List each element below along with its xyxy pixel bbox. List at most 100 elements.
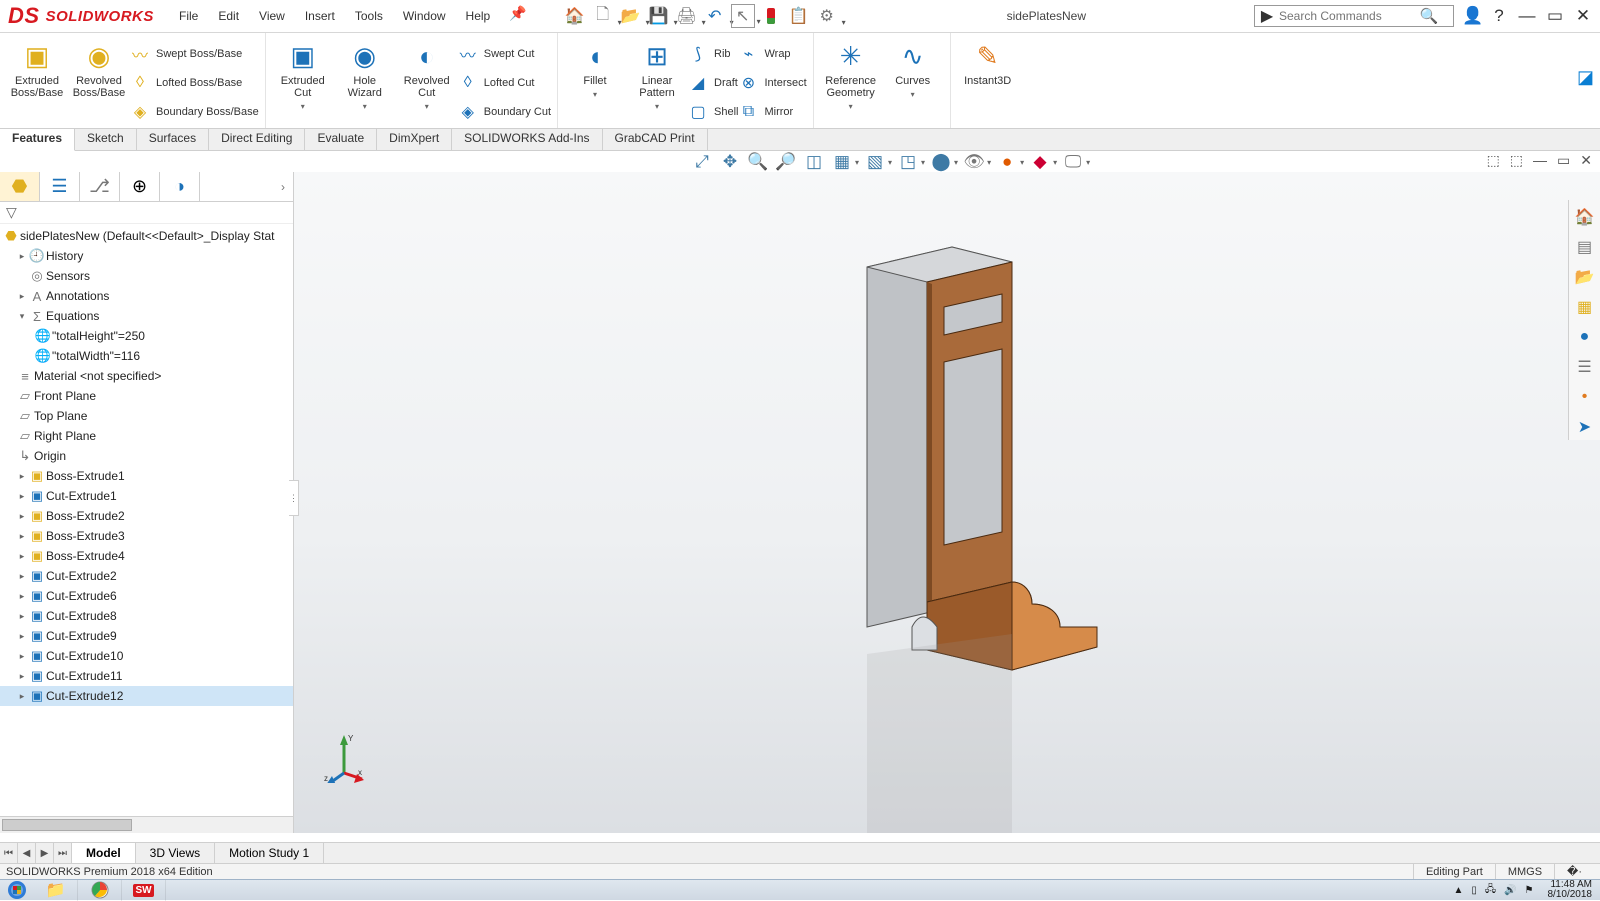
rib-button[interactable]: ⟆Rib [688, 41, 738, 67]
zoom-window-icon[interactable]: 🔎 [774, 150, 798, 174]
lofted-cut-button[interactable]: ◊Lofted Cut [458, 70, 551, 96]
mirror-button[interactable]: ⧉Mirror [738, 99, 806, 125]
menu-window[interactable]: Window [394, 5, 455, 27]
feature-tree-tab[interactable]: ⬣ [0, 172, 40, 201]
boundary-boss-button[interactable]: ◈Boundary Boss/Base [130, 99, 259, 125]
restore-icon[interactable]: ▭ [1546, 6, 1564, 26]
tree-sensors[interactable]: ◎Sensors [0, 266, 293, 286]
view-tab-motion[interactable]: Motion Study 1 [215, 843, 324, 863]
orientation-triad[interactable]: Y x z [324, 733, 364, 783]
tray-battery-icon[interactable]: ▯ [1471, 885, 1477, 896]
tab-direct-editing[interactable]: Direct Editing [209, 129, 305, 150]
task-view-palette-icon[interactable]: ▦ [1572, 294, 1598, 320]
tree-right-plane[interactable]: ▱Right Plane [0, 426, 293, 446]
new-icon[interactable]: 🗋▾ [591, 4, 615, 28]
panel-collapse-handle[interactable]: ⋮ [289, 480, 299, 516]
edit-appearance-icon[interactable]: ⬤ [929, 150, 953, 174]
home-icon[interactable]: 🏠 [563, 4, 587, 28]
apply-scene-icon[interactable]: ● [995, 150, 1019, 174]
reference-geometry-button[interactable]: ✳ Reference Geometry▾ [820, 35, 882, 113]
display-style-icon[interactable]: ▧ [863, 150, 887, 174]
doc-maximize-icon[interactable]: ▭ [1557, 152, 1570, 169]
instant3d-button[interactable]: ✎ Instant3D [957, 35, 1019, 87]
print-icon[interactable]: 🖨▾ [675, 4, 699, 28]
menu-file[interactable]: File [170, 5, 207, 27]
view-settings-icon[interactable]: ◆ [1028, 150, 1052, 174]
linear-pattern-button[interactable]: ⊞ Linear Pattern▾ [626, 35, 688, 125]
undo-icon[interactable]: ↶▾ [703, 4, 727, 28]
view-tab-last-icon[interactable]: ⏭ [54, 843, 72, 863]
view-tab-prev-icon[interactable]: ◀ [18, 843, 36, 863]
settings-icon[interactable]: ⚙▾ [815, 4, 839, 28]
taskbar-clock[interactable]: 11:48 AM8/10/2018 [1542, 880, 1599, 900]
menu-edit[interactable]: Edit [209, 5, 248, 27]
task-library-icon[interactable]: 📂 [1572, 264, 1598, 290]
taskbar-explorer[interactable]: 📁 [34, 880, 78, 901]
task-appearances-icon[interactable]: ● [1572, 324, 1598, 350]
swept-boss-button[interactable]: 〰Swept Boss/Base [130, 41, 259, 67]
doc-restore-left-icon[interactable]: ⬚ [1487, 152, 1500, 169]
tree-eq-1[interactable]: 🌐"totalHeight"=250 [0, 326, 293, 346]
view-tab-3dviews[interactable]: 3D Views [136, 843, 215, 863]
help-icon[interactable]: ? [1490, 6, 1508, 26]
status-units[interactable]: MMGS [1495, 864, 1554, 880]
tab-surfaces[interactable]: Surfaces [137, 129, 209, 150]
tray-volume-icon[interactable]: 🔊 [1504, 885, 1516, 896]
tree-feature[interactable]: ▸▣Boss-Extrude1 [0, 466, 293, 486]
tab-sketch[interactable]: Sketch [75, 129, 137, 150]
boundary-cut-button[interactable]: ◈Boundary Cut [458, 99, 551, 125]
wrap-button[interactable]: ⌁Wrap [738, 41, 806, 67]
task-home-icon[interactable]: 🏠 [1572, 204, 1598, 230]
pin-icon[interactable]: 📌 [509, 5, 526, 27]
taskbar-solidworks[interactable]: SW [122, 880, 166, 901]
tree-annotations[interactable]: ▸AAnnotations [0, 286, 293, 306]
tree-feature[interactable]: ▸▣Cut-Extrude8 [0, 606, 293, 626]
tree-root[interactable]: ⬣sidePlatesNew (Default<<Default>_Displa… [0, 226, 293, 246]
open-icon[interactable]: 📂▾ [619, 4, 643, 28]
tree-equations[interactable]: ▾ΣEquations [0, 306, 293, 326]
start-button[interactable] [0, 880, 34, 901]
tree-feature[interactable]: ▸▣Cut-Extrude6 [0, 586, 293, 606]
tree-feature[interactable]: ▸▣Cut-Extrude12 [0, 686, 293, 706]
tree-feature[interactable]: ▸▣Cut-Extrude11 [0, 666, 293, 686]
ribbon-collapse-icon[interactable]: ◪ [1577, 67, 1594, 88]
tray-up-icon[interactable]: ▲ [1454, 885, 1464, 896]
tree-feature[interactable]: ▸▣Boss-Extrude2 [0, 506, 293, 526]
save-icon[interactable]: 💾▾ [647, 4, 671, 28]
zoom-prev-icon[interactable]: 🔍 [746, 150, 770, 174]
options-list-icon[interactable]: 📋 [787, 4, 811, 28]
tray-action-icon[interactable]: ⚑ [1525, 885, 1534, 896]
menu-tools[interactable]: Tools [346, 5, 392, 27]
screen-icon[interactable]: 🖵 [1061, 150, 1085, 174]
tree-feature[interactable]: ▸▣Boss-Extrude3 [0, 526, 293, 546]
tree-history[interactable]: ▸🕘History [0, 246, 293, 266]
doc-close-icon[interactable]: ✕ [1580, 152, 1592, 169]
search-go-icon[interactable]: 🔍 [1414, 7, 1444, 25]
view-scene-icon[interactable]: 👁 [962, 150, 986, 174]
tree-origin[interactable]: ↳Origin [0, 446, 293, 466]
tree-feature[interactable]: ▸▣Cut-Extrude10 [0, 646, 293, 666]
tree-front-plane[interactable]: ▱Front Plane [0, 386, 293, 406]
view-tab-first-icon[interactable]: ⏮ [0, 843, 18, 863]
task-properties-icon[interactable]: ☰ [1572, 354, 1598, 380]
tree-scrollbar[interactable] [0, 816, 293, 833]
draft-button[interactable]: ◢Draft [688, 70, 738, 96]
zoom-fit-icon[interactable]: ⤢ [690, 150, 714, 174]
taskbar-chrome[interactable] [78, 880, 122, 901]
swept-cut-button[interactable]: 〰Swept Cut [458, 41, 551, 67]
property-manager-tab[interactable]: ☰ [40, 172, 80, 201]
extruded-cut-button[interactable]: ▣ Extruded Cut▾ [272, 35, 334, 125]
menu-view[interactable]: View [250, 5, 294, 27]
command-search[interactable]: ▶ 🔍 [1254, 5, 1454, 27]
hide-show-icon[interactable]: ◳ [896, 150, 920, 174]
section-view-icon[interactable]: ◫ [802, 150, 826, 174]
configuration-tab[interactable]: ⎇ [80, 172, 120, 201]
task-resources-icon[interactable]: ▤ [1572, 234, 1598, 260]
tree-feature[interactable]: ▸▣Cut-Extrude1 [0, 486, 293, 506]
close-icon[interactable]: ✕ [1574, 6, 1592, 26]
display-manager-tab[interactable]: ◑ [160, 172, 200, 201]
rebuild-icon[interactable] [759, 4, 783, 28]
revolved-boss-button[interactable]: ◉ Revolved Boss/Base [68, 35, 130, 125]
task-forum-icon[interactable]: • [1572, 384, 1598, 410]
view-orientation-icon[interactable]: ▦ [830, 150, 854, 174]
